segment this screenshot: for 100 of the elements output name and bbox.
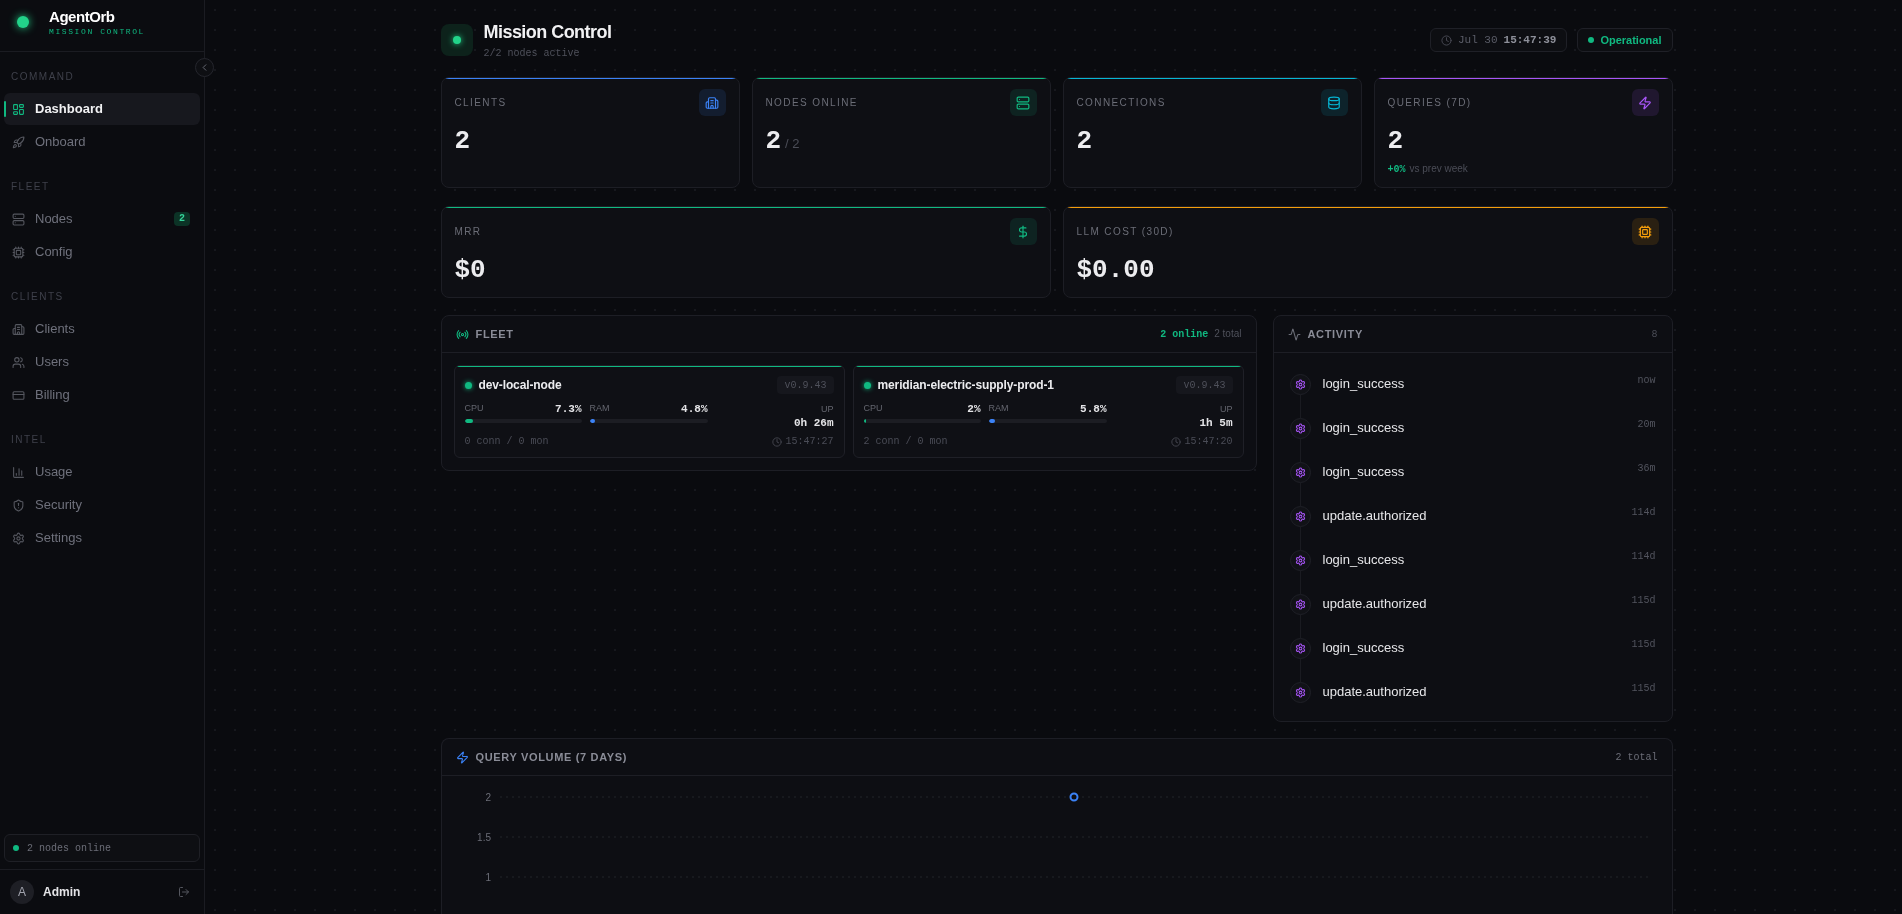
panel-title: QUERY VOLUME (7 DAYS) (475, 749, 628, 765)
stat-label: CLIENTS (454, 95, 507, 110)
event-time: 115d (1631, 594, 1656, 608)
version-tag: v0.9.43 (1176, 376, 1233, 394)
settings-icon (12, 531, 25, 545)
collapse-button[interactable] (195, 58, 214, 77)
clock-icon (772, 437, 783, 447)
event-name: login_success (1322, 419, 1406, 437)
total-count: 2 total (1615, 750, 1658, 765)
nav-item[interactable]: Billing (4, 379, 200, 411)
building-icon (698, 89, 726, 116)
stat-label: QUERIES (7D) (1387, 95, 1472, 110)
nav-item[interactable]: Security (4, 489, 200, 521)
clock-icon (1440, 34, 1452, 46)
stat-value: $0 (454, 255, 486, 285)
stat-total: / 2 (785, 135, 800, 153)
uptime-value: 0h 26m (793, 416, 834, 430)
last-seen-time: 15:47:20 (1184, 435, 1233, 449)
user-name: Admin (43, 884, 82, 901)
metric-value: 7.3% (555, 401, 582, 417)
node-name: dev-local-node (478, 377, 562, 394)
metric-value: 4.8% (681, 401, 708, 417)
event-time: 115d (1631, 682, 1656, 696)
axis-tick-label: 1.5 (476, 832, 491, 843)
nav-item[interactable]: Clients (4, 313, 200, 345)
panel-title: ACTIVITY (1307, 326, 1363, 342)
server-icon (1009, 89, 1037, 116)
nav-item[interactable]: Dashboard (4, 93, 200, 125)
event-time: 36m (1637, 462, 1656, 476)
stat-value: 2 (454, 126, 471, 156)
date-text: Jul 30 (1457, 32, 1498, 48)
brand-tagline: MISSION CONTROL (49, 26, 145, 37)
stat-label: LLM COST (30D) (1076, 224, 1174, 239)
dollar-icon (1009, 218, 1037, 245)
event-name: update.authorized (1322, 683, 1428, 701)
broadcast-icon (455, 327, 469, 341)
event-name: update.authorized (1322, 595, 1428, 613)
event-time: 114d (1631, 506, 1656, 520)
lightning-icon (455, 750, 469, 764)
bar-chart-icon (12, 465, 25, 479)
metric-label: UP (1220, 403, 1233, 416)
nav-item[interactable]: Usage (4, 456, 200, 488)
stat-value: 2 (1387, 126, 1404, 156)
pulse-icon (1287, 327, 1301, 341)
chip-icon (1631, 218, 1659, 245)
nav-item[interactable]: Nodes 2 (4, 203, 200, 235)
event-name: login_success (1322, 375, 1406, 393)
nav-item[interactable]: Config (4, 236, 200, 268)
metric-value: 5.8% (1080, 401, 1107, 417)
nav-item[interactable]: Settings (4, 522, 200, 554)
metric-label: CPU (464, 402, 484, 416)
trend-note: vs prev week (1409, 162, 1468, 176)
event-time: 115d (1631, 638, 1656, 652)
logout-icon[interactable] (178, 886, 190, 898)
stat-label: CONNECTIONS (1076, 95, 1166, 110)
last-seen-time: 15:47:27 (785, 435, 834, 449)
section-heading: CLIENTS (10, 290, 65, 304)
section-heading: FLEET (10, 180, 51, 194)
count-badge: 2 (174, 212, 190, 226)
stat-value: $0.00 (1076, 255, 1155, 285)
stat-label: NODES ONLINE (765, 95, 858, 110)
server-icon (12, 212, 25, 226)
clock-icon (1171, 437, 1182, 447)
nav-item[interactable]: Onboard (4, 126, 200, 158)
event-name: login_success (1322, 551, 1406, 569)
time-text: 15:47:39 (1503, 32, 1557, 48)
database-icon (1320, 89, 1348, 116)
lightning-icon (1631, 89, 1659, 116)
credit-card-icon (12, 388, 25, 402)
brand-name: AgentOrb (49, 7, 116, 25)
stat-value: 2 (1076, 126, 1093, 156)
event-time: 114d (1631, 550, 1656, 564)
uptime-value: 1h 5m (1199, 416, 1233, 430)
version-tag: v0.9.43 (777, 376, 834, 394)
avatar: A (10, 880, 34, 904)
metric-label: UP (821, 403, 834, 416)
section-heading: COMMAND (10, 70, 76, 84)
section-heading: INTEL (10, 433, 48, 447)
metric-value: 2% (967, 401, 981, 417)
grid-icon (12, 102, 25, 116)
event-name: login_success (1322, 639, 1406, 657)
event-time: now (1637, 374, 1656, 388)
total-count: 2 total (1214, 327, 1242, 341)
trend-change: +0% (1387, 163, 1406, 177)
status-text: Operational (1600, 32, 1662, 48)
event-time: 20m (1637, 418, 1656, 432)
users-icon (12, 355, 25, 369)
metric-label: RAM (988, 402, 1009, 416)
node-name: meridian-electric-supply-prod-1 (877, 377, 1054, 394)
rocket-icon (12, 135, 25, 149)
event-name: login_success (1322, 463, 1406, 481)
metric-label: RAM (589, 402, 610, 416)
event-count: 8 (1651, 327, 1658, 342)
page-subtitle: 2/2 nodes active (483, 47, 581, 60)
axis-tick-label: 1 (484, 872, 491, 883)
nav-item[interactable]: Users (4, 346, 200, 378)
metric-label: CPU (863, 402, 883, 416)
stat-value: 2 (765, 126, 782, 156)
building-icon (12, 322, 25, 336)
data-point (1069, 792, 1078, 802)
